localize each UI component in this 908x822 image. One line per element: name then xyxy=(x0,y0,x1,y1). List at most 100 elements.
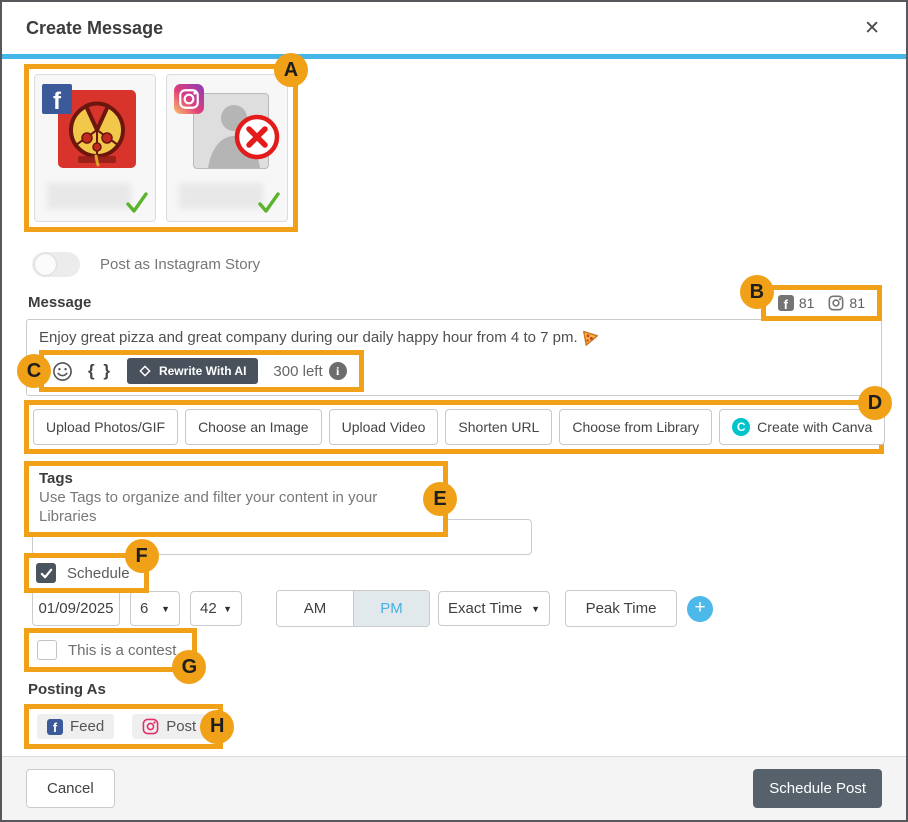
am-option[interactable]: AM xyxy=(277,591,353,626)
dialog-footer: Cancel Schedule Post xyxy=(2,756,906,820)
facebook-count-value: 81 xyxy=(799,295,815,311)
instagram-story-toggle[interactable] xyxy=(32,252,80,277)
annotation-box-d: D Upload Photos/GIF Choose an Image Uplo… xyxy=(24,400,884,454)
instagram-char-count: 81 xyxy=(828,295,865,311)
instagram-icon xyxy=(142,718,159,735)
annotation-box-a: A f xyxy=(24,64,298,232)
chevron-down-icon: ▼ xyxy=(161,604,170,614)
account-name-redacted xyxy=(179,183,263,209)
instagram-post-chip[interactable]: Post xyxy=(132,714,206,739)
button-label: Upload Photos/GIF xyxy=(46,419,165,435)
schedule-checkbox[interactable] xyxy=(36,563,56,583)
account-name-redacted xyxy=(47,183,131,209)
facebook-icon: f xyxy=(778,295,794,311)
annotation-badge-g: G xyxy=(172,650,206,684)
button-label: Choose from Library xyxy=(572,419,699,435)
characters-remaining: 300 left i xyxy=(273,362,346,380)
dialog-header: Create Message ✕ xyxy=(2,2,906,54)
button-label: Upload Video xyxy=(342,419,426,435)
toggle-knob xyxy=(35,254,56,275)
pizza-emoji xyxy=(582,329,599,346)
shorten-url-button[interactable]: Shorten URL xyxy=(445,409,552,445)
schedule-datetime-row: 6 ▼ 42 ▼ AM PM Exact Time ▼ Peak Time + xyxy=(32,590,713,627)
annotation-box-b: B f 81 81 xyxy=(761,285,882,321)
rewrite-label: Rewrite With AI xyxy=(159,364,246,378)
date-input[interactable] xyxy=(32,591,120,626)
button-label: Choose an Image xyxy=(198,419,309,435)
chip-label: Post xyxy=(166,718,196,735)
account-tile-facebook[interactable]: f xyxy=(34,74,156,222)
annotation-box-h: H f Feed Post xyxy=(24,704,223,749)
account-tile-instagram[interactable] xyxy=(166,74,288,222)
chevron-down-icon: ▼ xyxy=(531,604,540,614)
button-label: Create with Canva xyxy=(757,419,872,435)
emoji-picker-icon[interactable] xyxy=(52,361,73,382)
tags-description: Use Tags to organize and filter your con… xyxy=(39,488,433,526)
posting-as-label: Posting As xyxy=(28,681,106,698)
create-message-dialog: Create Message ✕ A f xyxy=(0,0,908,822)
checkmark-icon xyxy=(40,567,53,580)
annotation-badge-f: F xyxy=(125,539,159,573)
contest-checkbox[interactable] xyxy=(37,640,57,660)
message-label: Message xyxy=(28,294,91,311)
annotation-badge-b: B xyxy=(740,275,774,309)
hour-value: 6 xyxy=(140,600,148,617)
ai-sparkle-icon xyxy=(139,365,151,377)
cancel-button[interactable]: Cancel xyxy=(26,769,115,808)
meridiem-segmented-control: AM PM xyxy=(276,590,430,627)
upload-photos-gif-button[interactable]: Upload Photos/GIF xyxy=(33,409,178,445)
message-textarea[interactable]: Enjoy great pizza and great company duri… xyxy=(26,319,882,396)
schedule-post-button[interactable]: Schedule Post xyxy=(753,769,882,808)
page-title: Create Message xyxy=(26,18,163,39)
time-mode-value: Exact Time xyxy=(448,600,522,617)
minute-value: 42 xyxy=(200,600,217,617)
hour-select[interactable]: 6 ▼ xyxy=(130,591,180,626)
instagram-count-value: 81 xyxy=(849,295,865,311)
create-with-canva-button[interactable]: C Create with Canva xyxy=(719,409,885,445)
message-text: Enjoy great pizza and great company duri… xyxy=(27,320,881,346)
personalize-braces-icon[interactable]: { } xyxy=(88,361,112,381)
annotation-badge-a: A xyxy=(274,53,308,87)
choose-an-image-button[interactable]: Choose an Image xyxy=(185,409,322,445)
chars-left-value: 300 left xyxy=(273,363,322,380)
annotation-badge-c: C xyxy=(17,354,51,388)
annotation-box-c: C { } Rewrite With AI 300 left i xyxy=(39,350,364,392)
button-label: Shorten URL xyxy=(458,419,539,435)
time-mode-select[interactable]: Exact Time ▼ xyxy=(438,591,550,626)
instagram-icon xyxy=(174,84,204,114)
info-icon[interactable]: i xyxy=(329,362,347,380)
annotation-box-e: E Tags Use Tags to organize and filter y… xyxy=(24,461,448,537)
facebook-char-count: f 81 xyxy=(778,295,815,311)
rewrite-with-ai-button[interactable]: Rewrite With AI xyxy=(127,358,258,384)
message-text-content: Enjoy great pizza and great company duri… xyxy=(39,329,578,346)
instagram-icon xyxy=(828,295,844,311)
contest-label: This is a contest xyxy=(68,642,176,659)
canva-icon: C xyxy=(732,418,750,436)
story-toggle-label: Post as Instagram Story xyxy=(100,256,260,273)
error-badge-icon xyxy=(234,114,280,160)
upload-video-button[interactable]: Upload Video xyxy=(329,409,439,445)
annotation-badge-e: E xyxy=(423,482,457,516)
header-accent-bar xyxy=(2,54,906,59)
peak-time-button[interactable]: Peak Time xyxy=(565,590,677,627)
annotation-box-g: G This is a contest xyxy=(24,628,197,672)
facebook-feed-chip[interactable]: f Feed xyxy=(37,714,114,739)
facebook-icon: f xyxy=(47,719,63,735)
tags-label: Tags xyxy=(39,469,433,488)
minute-select[interactable]: 42 ▼ xyxy=(190,591,242,626)
annotation-box-f: F Schedule xyxy=(24,553,149,593)
chevron-down-icon: ▼ xyxy=(223,604,232,614)
instagram-avatar-placeholder xyxy=(193,93,269,169)
close-icon[interactable]: ✕ xyxy=(864,19,880,38)
selected-check-icon xyxy=(125,191,149,215)
annotation-badge-d: D xyxy=(858,386,892,420)
story-toggle-row: Post as Instagram Story xyxy=(32,252,260,277)
selected-check-icon xyxy=(257,191,281,215)
facebook-icon: f xyxy=(42,84,72,114)
schedule-label: Schedule xyxy=(67,565,130,582)
choose-from-library-button[interactable]: Choose from Library xyxy=(559,409,712,445)
add-time-button[interactable]: + xyxy=(687,596,713,622)
pm-option-selected[interactable]: PM xyxy=(353,591,429,626)
annotation-badge-h: H xyxy=(200,710,234,744)
chip-label: Feed xyxy=(70,718,104,735)
